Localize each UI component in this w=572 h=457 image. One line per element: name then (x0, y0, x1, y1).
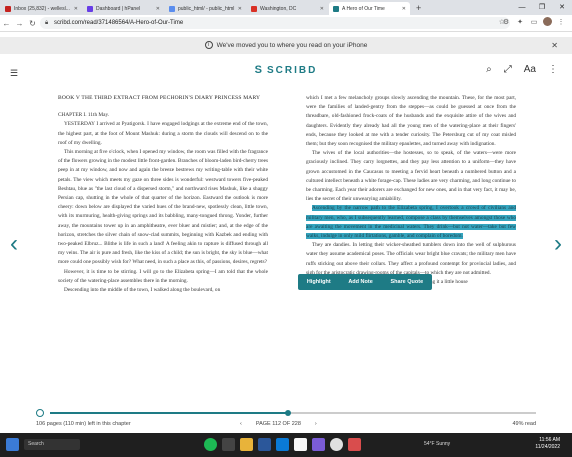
close-icon[interactable]: ✕ (156, 6, 160, 12)
new-tab-button[interactable]: + (416, 2, 421, 15)
teams-icon[interactable] (294, 438, 307, 451)
paragraph: The wives of the local authorities—the h… (306, 150, 516, 203)
tab-hero-of-our-time[interactable]: A Hero of Our Time ✕ (329, 2, 410, 15)
lock-icon[interactable]: 🔒︎ (45, 17, 48, 29)
tab-label: Dashboard | hPanel (96, 5, 141, 12)
close-window-icon[interactable]: ✕ (552, 0, 572, 15)
right-page: which I met a few melancholy groups slow… (306, 94, 516, 287)
weather-widget[interactable]: 54°F Sunny (424, 441, 450, 447)
gmail-icon (5, 5, 11, 12)
add-note-button[interactable]: Add Note (348, 279, 372, 285)
paragraph: This morning at five o'clock, when I ope… (58, 149, 268, 266)
tab-label: Inbox (25,832) - wellesl... (14, 5, 70, 12)
close-icon[interactable]: ✕ (320, 6, 324, 12)
chevron-right-icon[interactable]: › (554, 230, 562, 258)
close-icon[interactable]: ✕ (551, 37, 558, 54)
task-view-icon[interactable] (222, 438, 235, 451)
tab-public-html[interactable]: public_html/ - public_html ✕ (165, 2, 246, 15)
notice-text: We've moved you to where you read on you… (216, 42, 368, 49)
reading-progress (36, 407, 536, 419)
search-input[interactable]: Search (24, 439, 80, 450)
maximize-icon[interactable]: ❐ (532, 0, 552, 15)
selection-popup: Highlight Add Note Share Quote (298, 274, 432, 290)
pages-left: 106 pages (110 min) left in this chapter (36, 421, 131, 427)
back-icon[interactable]: ← (0, 19, 13, 28)
url-text: scribd.com/read/371486564/A-Hero-of-Our-… (54, 20, 184, 26)
maps-icon (251, 5, 257, 12)
browser-tab-bar: Inbox (25,832) - wellesl... ✕ Dashboard |… (0, 0, 572, 15)
address-bar: ← → ↻ 🔒︎ scribd.com/read/371486564/A-Her… (0, 15, 572, 32)
chevron-left-icon[interactable]: ‹ (240, 421, 242, 427)
minimize-icon[interactable]: — (512, 0, 532, 15)
reader-footer: 106 pages (110 min) left in this chapter… (0, 421, 572, 431)
paragraph: Descending into the middle of the town, … (64, 287, 221, 294)
restart-icon[interactable] (36, 409, 44, 417)
progress-fill (50, 412, 289, 414)
selected-passage[interactable]: Ascending by the narrow path to the Eliz… (306, 205, 516, 240)
taskbar: Search 54°F Sunny 11:56 AM 11/24/2022 (0, 433, 572, 457)
sidebar-icon[interactable]: ▭ (529, 18, 539, 26)
highlight-button[interactable]: Highlight (307, 279, 331, 285)
app-icon[interactable] (312, 438, 325, 451)
forward-icon[interactable]: → (13, 19, 26, 28)
app-icon[interactable] (348, 438, 361, 451)
avatar[interactable] (543, 17, 552, 26)
chapter-label: CHAPTER I. 11th May. (58, 112, 110, 119)
window-controls: — ❐ ✕ (512, 0, 572, 15)
tab-washington[interactable]: Washington, DC ✕ (247, 2, 328, 15)
reader-header: ☰ S SCRIBD ⌕ ⤢ Aa ⋮ (0, 58, 572, 86)
reader-tools: ⌕ ⤢ Aa ⋮ (486, 64, 558, 75)
share-quote-button[interactable]: Share Quote (390, 279, 423, 285)
start-icon[interactable] (6, 438, 19, 451)
scribd-icon (333, 5, 339, 12)
paragraph: However, it is time to be stirring. I wi… (58, 268, 268, 284)
location-notice-banner: i We've moved you to where you read on yo… (0, 37, 572, 54)
close-icon[interactable]: ✕ (74, 6, 78, 12)
left-page: BOOK V THE THIRD EXTRACT FROM PECHORIN'S… (58, 94, 268, 295)
file-explorer-icon[interactable] (240, 438, 253, 451)
close-icon[interactable]: ✕ (402, 6, 406, 12)
tab-dashboard[interactable]: Dashboard | hPanel ✕ (83, 2, 164, 15)
percent-read: 49% read (512, 421, 536, 427)
kebab-menu-icon[interactable]: ⋮ (556, 18, 566, 26)
chapter-title: BOOK V THE THIRD EXTRACT FROM PECHORIN'S… (58, 95, 261, 101)
spotify-icon[interactable] (204, 438, 217, 451)
folder-icon (169, 5, 175, 12)
paragraph: YESTERDAY I arrived at Pyatigorsk. I hav… (58, 121, 268, 146)
hpanel-icon (87, 5, 93, 12)
page-navigation: ‹ PAGE 112 OF 228 › (240, 421, 317, 427)
fullscreen-icon[interactable]: ⤢ (504, 64, 512, 75)
system-clock[interactable]: 11:56 AM 11/24/2022 (535, 437, 560, 451)
progress-track[interactable] (50, 410, 536, 416)
url-field[interactable]: 🔒︎ scribd.com/read/371486564/A-Hero-of-O… (40, 17, 510, 29)
font-settings-button[interactable]: Aa (524, 64, 536, 75)
tab-label: Washington, DC (260, 5, 297, 12)
info-icon: i (204, 41, 213, 50)
puzzle-icon[interactable]: ✦ (515, 18, 525, 26)
tab-inbox[interactable]: Inbox (25,832) - wellesl... ✕ (1, 2, 82, 15)
kebab-menu-icon[interactable]: ⋮ (548, 64, 558, 75)
search-icon[interactable]: ⌕ (486, 64, 492, 75)
word-icon[interactable] (258, 438, 271, 451)
browser-toolbar: ⚙ ✦ ▭ ⋮ (501, 17, 566, 26)
paragraph: They are dandies. In letting their wicke… (306, 242, 516, 276)
extension-icon[interactable]: ⚙ (501, 18, 511, 26)
close-icon[interactable]: ✕ (238, 6, 242, 12)
progress-handle[interactable] (285, 410, 292, 416)
chrome-icon[interactable] (330, 438, 343, 451)
chevron-right-icon[interactable]: › (315, 421, 317, 427)
tab-label: A Hero of Our Time (342, 5, 385, 12)
tab-label: public_html/ - public_html (178, 5, 235, 12)
scribd-logo-icon: S (254, 64, 264, 76)
chevron-left-icon[interactable]: ‹ (10, 230, 18, 258)
outlook-icon[interactable] (276, 438, 289, 451)
page-indicator: PAGE 112 OF 228 (255, 421, 301, 427)
reload-icon[interactable]: ↻ (26, 19, 39, 28)
paragraph: which I met a few melancholy groups slow… (306, 95, 516, 148)
